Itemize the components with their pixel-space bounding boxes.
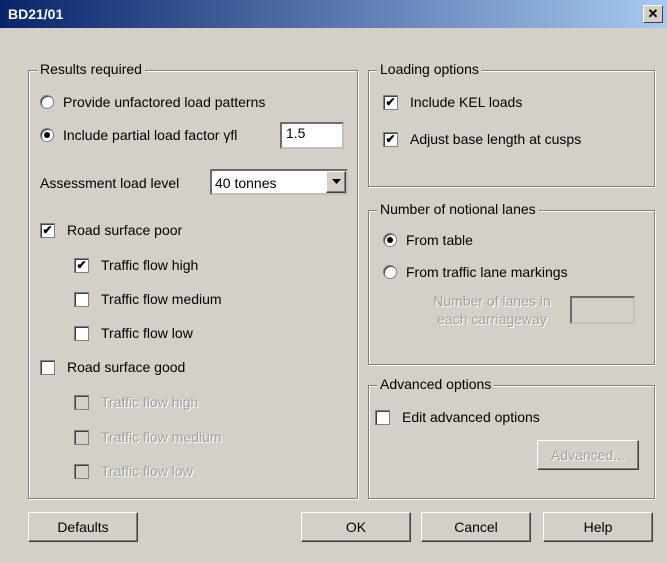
cusps-checkbox[interactable]: ✔ Adjust base length at cusps [383, 131, 581, 147]
poor-flow-low-checkbox[interactable]: Traffic flow low [74, 325, 193, 341]
cusps-label: Adjust base length at cusps [410, 131, 582, 147]
ok-button[interactable]: OK [301, 512, 411, 542]
good-flow-low-check [74, 463, 89, 479]
lanes-count-label-line1: Number of lanes in [433, 293, 551, 309]
partial-factor-label: Include partial load factor γfl [63, 127, 238, 143]
help-button-label: Help [583, 519, 613, 535]
cancel-button[interactable]: Cancel [421, 512, 531, 542]
poor-flow-medium-label: Traffic flow medium [101, 291, 222, 307]
good-flow-high-checkbox: Traffic flow high [74, 394, 198, 410]
assessment-level-text: Assessment load level [40, 175, 180, 191]
help-button[interactable]: Help [543, 512, 653, 542]
road-poor-check[interactable]: ✔ [40, 222, 55, 238]
notional-lanes-legend: Number of notional lanes [377, 201, 539, 217]
edit-advanced-checkbox[interactable]: Edit advanced options [375, 409, 540, 425]
cusps-check[interactable]: ✔ [383, 131, 398, 147]
assessment-level-value: 40 tonnes [215, 175, 277, 191]
good-flow-high-label: Traffic flow high [101, 394, 199, 410]
kel-loads-check[interactable]: ✔ [383, 94, 398, 110]
kel-loads-label: Include KEL loads [410, 94, 523, 110]
partial-factor-input[interactable]: 1.5 [280, 122, 344, 149]
road-good-checkbox[interactable]: Road surface good [40, 359, 185, 375]
close-icon: ✕ [647, 6, 659, 21]
unfactored-label: Provide unfactored load patterns [63, 94, 266, 110]
good-flow-high-check [74, 394, 89, 410]
loading-options-group: Loading options [368, 61, 655, 187]
advanced-button-label: Advanced... [551, 447, 625, 463]
lanes-count-label: Number of lanes in each carriageway [418, 292, 566, 328]
unfactored-radio-dot[interactable] [40, 95, 54, 109]
poor-flow-high-checkbox[interactable]: ✔ Traffic flow high [74, 257, 198, 273]
assessment-level-label: Assessment load level [40, 175, 179, 191]
edit-advanced-label: Edit advanced options [402, 409, 540, 425]
lanes-count-input [570, 296, 635, 324]
good-flow-medium-label: Traffic flow medium [101, 429, 222, 445]
from-markings-label: From traffic lane markings [406, 264, 568, 280]
partial-factor-radio-dot[interactable] [40, 128, 54, 142]
poor-flow-high-check[interactable]: ✔ [74, 257, 89, 273]
results-required-legend: Results required [37, 61, 145, 77]
unfactored-radio[interactable]: Provide unfactored load patterns [40, 94, 265, 110]
road-poor-label: Road surface poor [67, 222, 183, 238]
good-flow-low-checkbox: Traffic flow low [74, 463, 193, 479]
window-title: BD21/01 [8, 6, 64, 22]
good-flow-medium-checkbox: Traffic flow medium [74, 429, 222, 445]
assessment-level-select[interactable]: 40 tonnes [210, 169, 348, 195]
defaults-button[interactable]: Defaults [28, 512, 138, 542]
road-good-label: Road surface good [67, 359, 186, 375]
lanes-count-label-line2: each carriageway [437, 311, 547, 327]
ok-button-label: OK [345, 519, 367, 535]
cancel-button-label: Cancel [454, 519, 498, 535]
from-table-radio[interactable]: From table [383, 232, 473, 248]
partial-factor-value: 1.5 [286, 125, 306, 141]
dropdown-arrow-button[interactable] [326, 171, 346, 193]
loading-options-legend: Loading options [377, 61, 482, 77]
edit-advanced-check[interactable] [375, 409, 390, 425]
from-table-radio-dot[interactable] [383, 233, 397, 247]
poor-flow-medium-check[interactable] [74, 291, 89, 307]
kel-loads-checkbox[interactable]: ✔ Include KEL loads [383, 94, 522, 110]
good-flow-low-label: Traffic flow low [101, 463, 193, 479]
road-poor-checkbox[interactable]: ✔ Road surface poor [40, 222, 182, 238]
good-flow-medium-check [74, 429, 89, 445]
from-markings-radio-dot[interactable] [383, 265, 397, 279]
chevron-down-icon [331, 179, 341, 184]
from-table-label: From table [406, 232, 473, 248]
close-button[interactable]: ✕ [643, 5, 663, 23]
advanced-button: Advanced... [537, 440, 639, 470]
title-bar: BD21/01 ✕ [0, 0, 667, 28]
partial-factor-radio[interactable]: Include partial load factor γfl [40, 127, 237, 143]
defaults-button-label: Defaults [57, 519, 109, 535]
poor-flow-medium-checkbox[interactable]: Traffic flow medium [74, 291, 222, 307]
poor-flow-low-check[interactable] [74, 325, 89, 341]
poor-flow-low-label: Traffic flow low [101, 325, 193, 341]
from-markings-radio[interactable]: From traffic lane markings [383, 264, 568, 280]
advanced-options-legend: Advanced options [377, 376, 495, 392]
poor-flow-high-label: Traffic flow high [101, 257, 199, 273]
road-good-check[interactable] [40, 359, 55, 375]
